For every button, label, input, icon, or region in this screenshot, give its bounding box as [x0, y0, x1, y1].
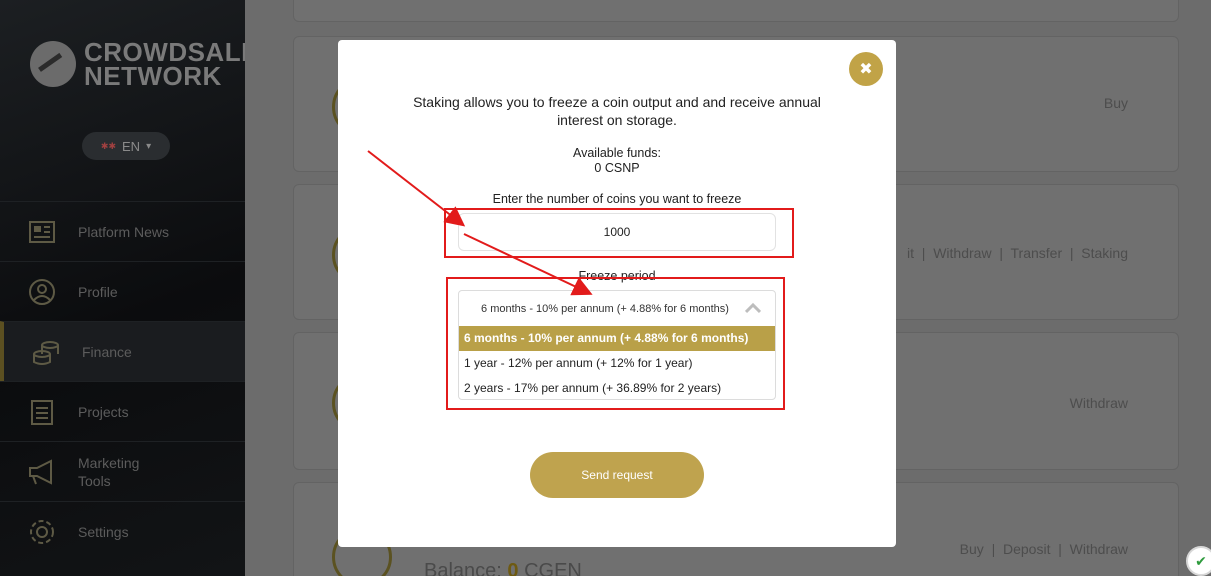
balance-label: Balance:	[424, 560, 502, 576]
sidebar-item-settings[interactable]: Settings	[0, 501, 245, 561]
card-actions[interactable]: Buy | Deposit | Withdraw	[960, 541, 1128, 557]
megaphone-icon	[27, 457, 57, 487]
sidebar-item-label: Platform News	[78, 223, 170, 240]
balance: Balance: 0 CGEN	[424, 560, 582, 576]
balance-currency: CGEN	[524, 560, 582, 576]
news-icon	[27, 217, 57, 247]
chevron-down-icon: ▾	[146, 140, 152, 152]
highlight-box	[444, 208, 794, 258]
sidebar: CROWDSALE NETWORK ✱✱ EN ▾ Platform News …	[0, 0, 245, 576]
profile-icon	[27, 277, 57, 307]
balance-value: 0	[507, 560, 519, 576]
flag-icon: ✱✱	[100, 140, 116, 151]
gear-icon	[27, 517, 57, 547]
language-label: EN	[122, 138, 141, 154]
sidebar-item-label: Marketing Tools	[78, 454, 140, 489]
logo-mark-icon	[30, 41, 76, 87]
sidebar-item-projects[interactable]: Projects	[0, 381, 245, 441]
sidebar-item-marketing-tools[interactable]: Marketing Tools	[0, 441, 245, 501]
clipboard-icon	[27, 397, 57, 427]
logo-text: CROWDSALE NETWORK	[84, 39, 245, 91]
wallet-card	[293, 0, 1179, 22]
logo-line2: NETWORK	[84, 61, 222, 91]
sidebar-item-profile[interactable]: Profile	[0, 261, 245, 321]
highlight-box	[446, 277, 785, 410]
card-actions[interactable]: it | Withdraw | Transfer | Staking	[907, 245, 1128, 261]
sidebar-item-finance[interactable]: Finance	[0, 321, 245, 381]
card-actions[interactable]: Buy	[1104, 95, 1128, 111]
funds-value: 0 CSNP	[594, 161, 640, 175]
coins-label: Enter the number of coins you want to fr…	[492, 192, 742, 206]
coins-icon	[31, 337, 61, 367]
sidebar-item-label: Projects	[78, 403, 129, 420]
staking-intro: Staking allows you to freeze a coin outp…	[413, 94, 821, 128]
close-icon[interactable]: ✖	[849, 52, 883, 86]
sidebar-item-label: Profile	[78, 283, 118, 300]
sidebar-item-label: Settings	[78, 523, 129, 540]
language-selector[interactable]: ✱✱ EN ▾	[82, 132, 170, 160]
shield-check-icon[interactable]: ✔	[1186, 546, 1211, 576]
logo[interactable]: CROWDSALE NETWORK	[30, 39, 245, 91]
card-actions[interactable]: Withdraw	[1070, 395, 1128, 411]
send-request-button[interactable]: Send request	[530, 452, 704, 498]
sidebar-item-label: Finance	[82, 343, 132, 360]
funds-label: Available funds:	[572, 146, 662, 160]
sidebar-item-platform-news[interactable]: Platform News	[0, 201, 245, 261]
